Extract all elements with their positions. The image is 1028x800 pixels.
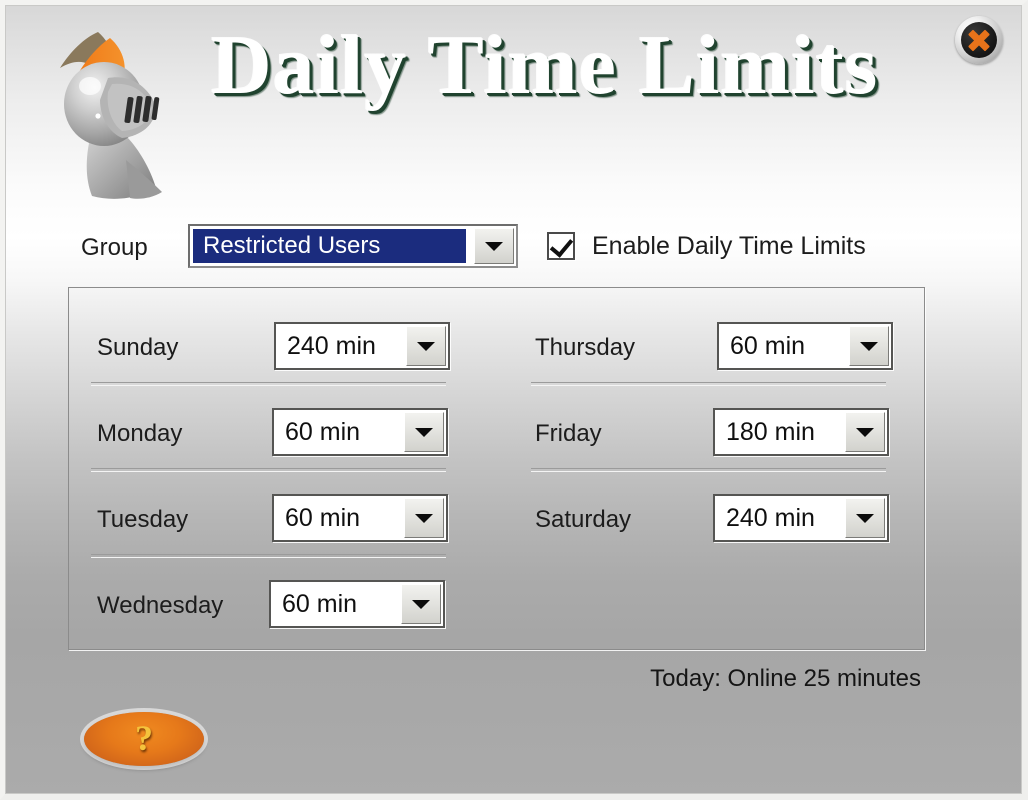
day-label-wednesday: Wednesday xyxy=(97,592,224,619)
row-separator xyxy=(91,382,446,386)
group-label: Group xyxy=(81,234,148,261)
help-button[interactable]: ? xyxy=(84,712,204,766)
day-row: Saturday 240 min xyxy=(517,480,937,566)
row-separator xyxy=(91,554,446,558)
day-label-saturday: Saturday xyxy=(535,506,632,533)
row-separator xyxy=(91,468,446,472)
time-limit-combobox-thursday[interactable]: 60 min xyxy=(717,322,893,370)
day-label-sunday: Sunday xyxy=(97,334,179,361)
group-combobox[interactable]: Restricted Users xyxy=(188,224,518,268)
time-limit-value-thursday: 60 min xyxy=(730,332,806,360)
day-label-thursday: Thursday xyxy=(535,334,636,361)
time-limit-value-monday: 60 min xyxy=(285,418,361,446)
time-limit-combobox-sunday[interactable]: 240 min xyxy=(274,322,450,370)
time-limit-value-sunday: 240 min xyxy=(287,332,376,360)
close-x-icon xyxy=(961,22,997,58)
chevron-down-icon[interactable] xyxy=(401,584,441,624)
time-limit-value-saturday: 240 min xyxy=(726,504,815,532)
time-limit-combobox-friday[interactable]: 180 min xyxy=(713,408,889,456)
time-limit-value-friday: 180 min xyxy=(726,418,815,446)
day-label-friday: Friday xyxy=(535,420,602,447)
chevron-down-icon[interactable] xyxy=(845,412,885,452)
chevron-down-icon[interactable] xyxy=(474,228,514,264)
chevron-down-icon[interactable] xyxy=(849,326,889,366)
close-button[interactable] xyxy=(955,16,1003,64)
enable-daily-time-limits-label: Enable Daily Time Limits xyxy=(592,232,866,260)
time-limit-value-tuesday: 60 min xyxy=(285,504,361,532)
today-online-status: Today: Online 25 minutes xyxy=(650,665,921,692)
chevron-down-icon[interactable] xyxy=(406,326,446,366)
group-selected-value: Restricted Users xyxy=(193,229,466,263)
day-limits-groupbox: Sunday 240 min Monday 60 min Tuesday 60 min We… xyxy=(68,287,925,650)
daily-time-limits-window: Daily Time Limits Group Restricted Users… xyxy=(0,0,1028,800)
question-mark-icon: ? xyxy=(135,718,153,759)
checkbox-box[interactable] xyxy=(547,232,575,260)
chevron-down-icon[interactable] xyxy=(845,498,885,538)
time-limit-combobox-tuesday[interactable]: 60 min xyxy=(272,494,448,542)
time-limit-combobox-saturday[interactable]: 240 min xyxy=(713,494,889,542)
day-row: Wednesday 60 min xyxy=(69,566,499,652)
row-separator xyxy=(531,468,886,472)
knight-helmet-icon xyxy=(22,12,187,207)
group-row: Group Restricted Users xyxy=(6,224,1021,272)
day-label-monday: Monday xyxy=(97,420,183,447)
page-title: Daily Time Limits xyxy=(211,19,879,112)
chevron-down-icon[interactable] xyxy=(404,412,444,452)
day-label-tuesday: Tuesday xyxy=(97,506,189,533)
row-separator xyxy=(531,382,886,386)
time-limit-value-wednesday: 60 min xyxy=(282,590,358,618)
time-limit-combobox-wednesday[interactable]: 60 min xyxy=(269,580,445,628)
time-limit-combobox-monday[interactable]: 60 min xyxy=(272,408,448,456)
checkmark-icon xyxy=(549,233,574,258)
window-client-area: Daily Time Limits Group Restricted Users… xyxy=(5,5,1022,794)
chevron-down-icon[interactable] xyxy=(404,498,444,538)
